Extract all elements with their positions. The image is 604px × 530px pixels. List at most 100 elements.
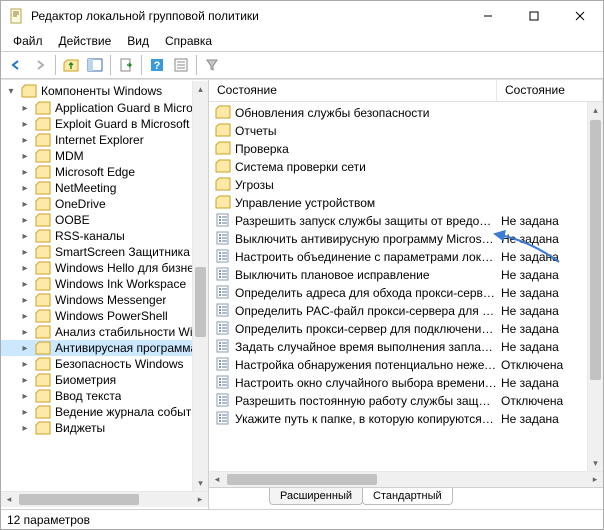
column-header-state[interactable]: Состояние (497, 80, 603, 101)
scroll-right-icon[interactable]: ▸ (192, 492, 208, 507)
close-button[interactable] (557, 1, 603, 31)
menu-help[interactable]: Справка (157, 32, 220, 50)
expand-icon[interactable]: ▸ (19, 406, 31, 418)
list-setting[interactable]: Определить адреса для обхода прокси-серв… (209, 284, 603, 302)
list-folder[interactable]: Обновления службы безопасности (209, 104, 603, 122)
list-setting[interactable]: Настроить объединение с параметрами лока… (209, 248, 603, 266)
tree-item[interactable]: ▸Windows Messenger (1, 292, 208, 308)
expand-icon[interactable]: ▸ (19, 118, 31, 130)
list-folder[interactable]: Угрозы (209, 176, 603, 194)
menu-action[interactable]: Действие (51, 32, 120, 50)
tree-item[interactable]: ▸Windows PowerShell (1, 308, 208, 324)
tree-item-label: OOBE (55, 213, 90, 227)
tree-item-label: Виджеты (55, 421, 105, 435)
expand-icon[interactable]: ▸ (19, 214, 31, 226)
properties-button[interactable] (170, 54, 192, 76)
scroll-right-icon[interactable]: ▸ (587, 472, 603, 487)
tree-item[interactable]: ▸Ввод текста (1, 388, 208, 404)
list-folder[interactable]: Отчеты (209, 122, 603, 140)
expand-icon[interactable]: ▸ (19, 390, 31, 402)
tree-item[interactable]: ▸Internet Explorer (1, 132, 208, 148)
folder-icon (35, 149, 51, 163)
tree-item[interactable]: ▸Биометрия (1, 372, 208, 388)
scroll-left-icon[interactable]: ◂ (209, 472, 225, 487)
tree-item[interactable]: ▸ OOBE (1, 212, 208, 228)
expand-icon[interactable]: ▸ (19, 182, 31, 194)
tree-item[interactable]: ▸RSS-каналы (1, 228, 208, 244)
tree-scrollbar-horizontal[interactable]: ◂ ▸ (1, 491, 208, 507)
tree-item[interactable]: ▸Ведение журнала событий (1, 404, 208, 420)
list-setting[interactable]: Настроить окно случайного выбора времени… (209, 374, 603, 392)
expand-icon[interactable]: ▸ (19, 166, 31, 178)
show-hide-tree-button[interactable] (84, 54, 106, 76)
nav-tree[interactable]: ▾ Компоненты Windows ▸Application Guard … (1, 80, 209, 509)
list-setting[interactable]: Выключить антивирусную программу Microso… (209, 230, 603, 248)
expand-icon[interactable]: ▸ (19, 374, 31, 386)
expand-icon[interactable]: ▸ (19, 150, 31, 162)
expand-icon[interactable]: ▸ (19, 198, 31, 210)
scroll-down-icon[interactable]: ▾ (588, 455, 603, 471)
list-setting[interactable]: Разрешить постоянную работу службы защит… (209, 392, 603, 410)
tree-item[interactable]: ▸MDM (1, 148, 208, 164)
tab-standard[interactable]: Стандартный (362, 488, 453, 505)
expand-icon[interactable]: ▸ (19, 278, 31, 290)
scroll-left-icon[interactable]: ◂ (1, 492, 17, 507)
list-folder[interactable]: Управление устройством (209, 194, 603, 212)
tree-item[interactable]: ▸SmartScreen Защитника W (1, 244, 208, 260)
expand-icon[interactable]: ▸ (19, 358, 31, 370)
tree-item[interactable]: ▸Exploit Guard в Microsoft D (1, 116, 208, 132)
scroll-down-icon[interactable]: ▾ (193, 475, 208, 491)
tree-item[interactable]: ▸ Виджеты (1, 420, 208, 436)
list-folder[interactable]: Проверка (209, 140, 603, 158)
tree-item[interactable]: ▸Windows Hello для бизнеса (1, 260, 208, 276)
list-scrollbar-vertical[interactable]: ▴ ▾ (587, 102, 603, 471)
menu-file[interactable]: Файл (5, 32, 51, 50)
scroll-up-icon[interactable]: ▴ (193, 81, 208, 97)
expand-icon[interactable]: ▸ (19, 246, 31, 258)
tree-root[interactable]: ▾ Компоненты Windows (1, 82, 208, 100)
forward-button[interactable] (29, 54, 51, 76)
back-button[interactable] (5, 54, 27, 76)
expand-icon[interactable]: ▸ (19, 294, 31, 306)
list-folder[interactable]: Система проверки сети (209, 158, 603, 176)
list-setting[interactable]: Укажите путь к папке, в которую копируют… (209, 410, 603, 428)
expand-icon[interactable]: ▸ (19, 102, 31, 114)
up-button[interactable] (60, 54, 82, 76)
list-setting[interactable]: Настройка обнаружения потенциально нежел… (209, 356, 603, 374)
tree-item[interactable]: ▸Безопасность Windows (1, 356, 208, 372)
tab-extended[interactable]: Расширенный (269, 488, 363, 505)
row-name: Выключить плановое исправление (235, 268, 430, 282)
list-scrollbar-horizontal[interactable]: ◂ ▸ (209, 471, 603, 487)
tree-item[interactable]: ▸Microsoft Edge (1, 164, 208, 180)
tree-item[interactable]: ▸OneDrive (1, 196, 208, 212)
expand-icon[interactable]: ▸ (19, 342, 31, 354)
tree-item[interactable]: ▸Application Guard в Micros (1, 100, 208, 116)
tree-item[interactable]: ▸Антивирусная программа (1, 340, 208, 356)
list-setting[interactable]: Выключить плановое исправлениеНе задана (209, 266, 603, 284)
setting-icon (215, 411, 231, 428)
tree-item[interactable]: ▸Анализ стабильности Winc (1, 324, 208, 340)
minimize-button[interactable] (465, 1, 511, 31)
expand-icon[interactable]: ▸ (19, 230, 31, 242)
expand-icon[interactable]: ▸ (19, 134, 31, 146)
scroll-up-icon[interactable]: ▴ (588, 102, 603, 118)
expand-icon[interactable]: ▸ (19, 422, 31, 434)
expand-icon[interactable]: ▸ (19, 262, 31, 274)
expand-icon[interactable]: ▸ (19, 326, 31, 338)
tree-item[interactable]: ▸NetMeeting (1, 180, 208, 196)
expand-icon[interactable]: ▸ (19, 310, 31, 322)
filter-button[interactable] (201, 54, 223, 76)
list-setting[interactable]: Определить PAC-файл прокси-сервера для п… (209, 302, 603, 320)
menu-view[interactable]: Вид (119, 32, 157, 50)
collapse-icon[interactable]: ▾ (5, 85, 17, 97)
list-body[interactable]: Обновления службы безопасностиОтчетыПров… (209, 102, 603, 471)
column-header-name[interactable]: Состояние (209, 80, 497, 101)
help-button[interactable]: ? (146, 54, 168, 76)
list-setting[interactable]: Разрешить запуск службы защиты от вредон… (209, 212, 603, 230)
maximize-button[interactable] (511, 1, 557, 31)
export-list-button[interactable] (115, 54, 137, 76)
tree-item[interactable]: ▸Windows Ink Workspace (1, 276, 208, 292)
list-setting[interactable]: Задать случайное время выполнения заплан… (209, 338, 603, 356)
tree-scrollbar-vertical[interactable]: ▴ ▾ (192, 81, 208, 491)
list-setting[interactable]: Определить прокси-сервер для подключения… (209, 320, 603, 338)
